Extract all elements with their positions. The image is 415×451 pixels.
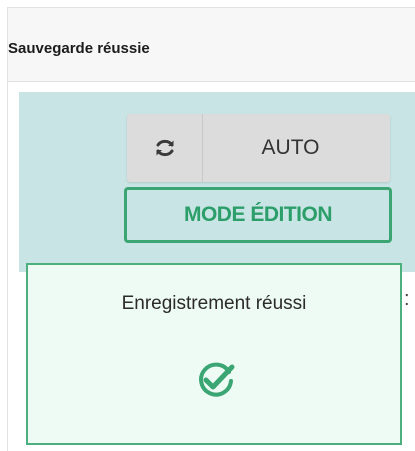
clipped-text: :	[404, 288, 410, 310]
edit-mode-button[interactable]: MODE ÉDITION	[124, 187, 392, 243]
check-circle-icon	[199, 362, 235, 397]
mode-button-group: AUTO	[127, 114, 390, 182]
dialog-header: Sauvegarde réussie	[8, 8, 415, 82]
refresh-button[interactable]	[127, 114, 203, 182]
refresh-icon	[156, 139, 173, 157]
auto-button[interactable]: AUTO	[203, 114, 390, 182]
notification-message: Enregistrement réussi	[121, 293, 307, 314]
dialog-title: Sauvegarde réussie	[8, 40, 150, 57]
success-notification: Enregistrement réussi	[26, 263, 402, 445]
